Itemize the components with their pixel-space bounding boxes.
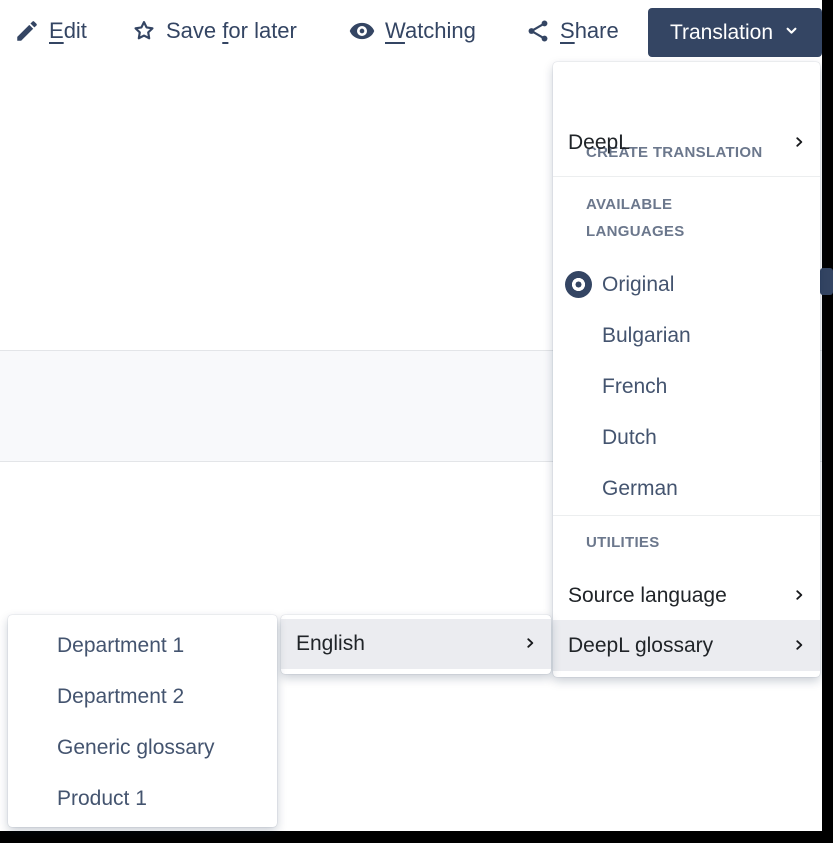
translation-dropdown-button[interactable]: Translation (648, 8, 822, 57)
eye-icon (348, 17, 376, 45)
chevron-down-icon (783, 21, 800, 45)
menu-item-language-french[interactable]: French (553, 361, 820, 412)
star-icon (131, 18, 157, 44)
menu-item-deepl[interactable]: DeepL (553, 113, 820, 172)
menu-item-deepl-label: DeepL (568, 131, 630, 155)
language-label: Original (602, 273, 674, 297)
pencil-icon (14, 18, 40, 44)
edit-button[interactable]: Edit (14, 0, 87, 62)
chevron-right-icon (523, 632, 537, 656)
translation-button-label: Translation (670, 21, 773, 45)
chevron-right-icon (792, 131, 806, 155)
glossary-option-label: Generic glossary (57, 736, 215, 760)
menu-divider (553, 515, 820, 516)
submenu-item-department-2[interactable]: Department 2 (8, 671, 277, 722)
clipped-edge-element (820, 268, 833, 295)
submenu-item-product-1[interactable]: Product 1 (8, 773, 277, 824)
submenu-item-english-label: English (296, 632, 365, 656)
radio-selected-icon (565, 271, 592, 298)
submenu-item-english[interactable]: English (281, 619, 551, 669)
share-button[interactable]: Share (525, 0, 619, 62)
menu-item-deepl-glossary[interactable]: DeepL glossary (553, 620, 820, 671)
chevron-right-icon (792, 634, 806, 658)
menu-heading-utilities: UTILITIES (586, 529, 660, 556)
menu-item-language-original[interactable]: Original (553, 259, 820, 310)
save-for-later-label: Save for later (166, 18, 297, 44)
submenu-item-generic-glossary[interactable]: Generic glossary (8, 722, 277, 773)
watching-button[interactable]: Watching (348, 0, 476, 62)
menu-item-language-dutch[interactable]: Dutch (553, 412, 820, 463)
chevron-right-icon (792, 584, 806, 608)
edit-label: Edit (49, 18, 87, 44)
deepl-glossary-language-submenu: English (281, 615, 551, 674)
menu-item-source-language-label: Source language (568, 584, 727, 608)
share-icon (525, 18, 551, 44)
menu-item-language-german[interactable]: German (553, 463, 820, 514)
screen: Edit Save for later Watching Share (0, 0, 833, 843)
menu-item-deepl-glossary-label: DeepL glossary (568, 634, 713, 658)
watching-label: Watching (385, 18, 476, 44)
menu-heading-available-languages: AVAILABLE LANGUAGES (586, 191, 751, 245)
menu-item-source-language[interactable]: Source language (553, 566, 820, 625)
translation-menu: CREATE TRANSLATION DeepL AVAILABLE LANGU… (553, 62, 820, 677)
glossary-options-submenu: Department 1 Department 2 Generic glossa… (8, 615, 277, 827)
share-label: Share (560, 18, 619, 44)
language-label: French (602, 375, 667, 399)
menu-divider (553, 176, 820, 177)
language-label: Dutch (602, 426, 657, 450)
glossary-option-label: Department 1 (57, 634, 184, 658)
submenu-item-department-1[interactable]: Department 1 (8, 620, 277, 671)
language-label: Bulgarian (602, 324, 691, 348)
language-label: German (602, 477, 678, 501)
menu-item-language-bulgarian[interactable]: Bulgarian (553, 310, 820, 361)
glossary-option-label: Product 1 (57, 787, 147, 811)
glossary-option-label: Department 2 (57, 685, 184, 709)
page-action-toolbar: Edit Save for later Watching Share (0, 0, 822, 62)
save-for-later-button[interactable]: Save for later (131, 0, 297, 62)
